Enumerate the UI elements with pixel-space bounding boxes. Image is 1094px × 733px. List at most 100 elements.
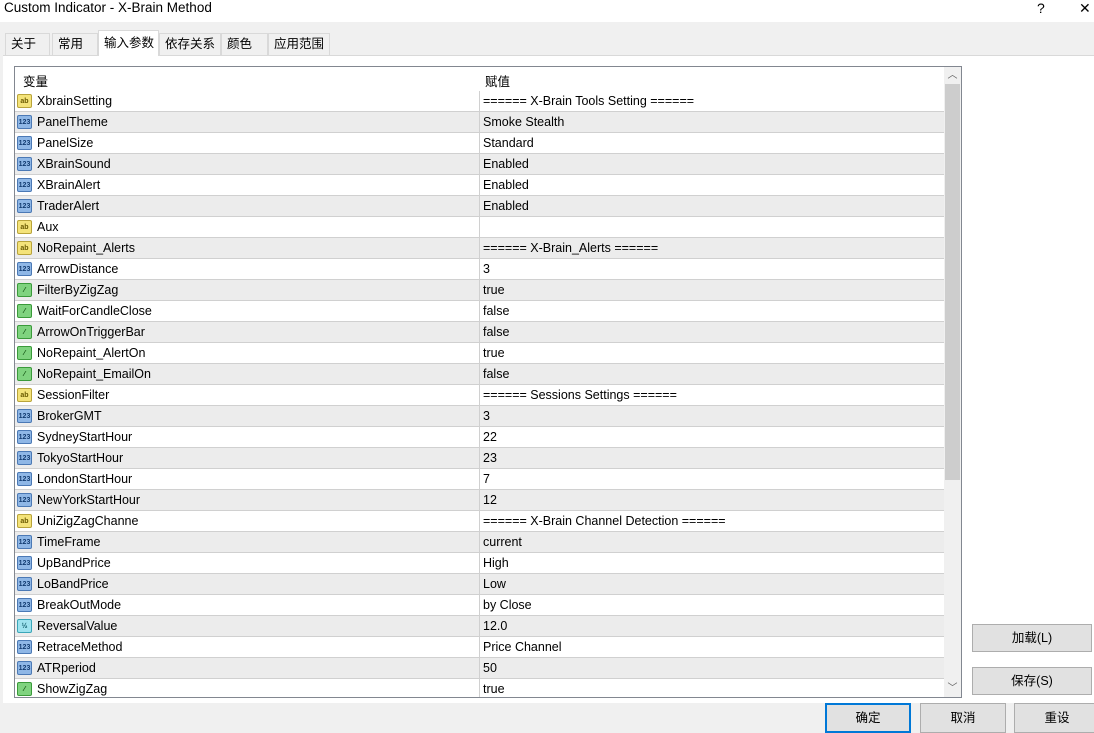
param-name: XbrainSetting <box>37 94 113 108</box>
param-value[interactable]: false <box>483 304 509 318</box>
table-row[interactable]: ⁄ NoRepaint_EmailOn false <box>15 364 944 385</box>
param-value[interactable]: current <box>483 535 522 549</box>
scroll-up-icon[interactable]: ︿ <box>944 67 961 84</box>
param-name: XBrainAlert <box>37 178 101 192</box>
table-row[interactable]: ⁄ NoRepaint_AlertOn true <box>15 343 944 364</box>
param-name: NoRepaint_EmailOn <box>37 367 151 381</box>
param-value[interactable]: 3 <box>483 409 490 423</box>
column-divider <box>479 553 480 573</box>
table-row[interactable]: 123 ATRperiod 50 <box>15 658 944 679</box>
table-row[interactable]: 123 XBrainSound Enabled <box>15 154 944 175</box>
table-row[interactable]: ⁄ WaitForCandleClose false <box>15 301 944 322</box>
table-row[interactable]: ⁄ ArrowOnTriggerBar false <box>15 322 944 343</box>
header-value[interactable]: 赋值 <box>485 71 510 90</box>
table-row[interactable]: 123 TraderAlert Enabled <box>15 196 944 217</box>
param-value[interactable]: 12.0 <box>483 619 507 633</box>
table-row[interactable]: ½ ReversalValue 12.0 <box>15 616 944 637</box>
load-button[interactable]: 加载(L) <box>972 624 1092 652</box>
param-value[interactable]: ====== X-Brain_Alerts ====== <box>483 241 658 255</box>
param-value[interactable]: ====== X-Brain Channel Detection ====== <box>483 514 726 528</box>
table-row[interactable]: 123 SydneyStartHour 22 <box>15 427 944 448</box>
table-row[interactable]: 123 RetraceMethod Price Channel <box>15 637 944 658</box>
param-value[interactable]: Enabled <box>483 178 529 192</box>
column-divider <box>479 154 480 174</box>
param-value[interactable]: true <box>483 283 505 297</box>
help-button[interactable]: ? <box>1037 0 1045 16</box>
param-value[interactable]: Smoke Stealth <box>483 115 564 129</box>
param-value[interactable]: High <box>483 556 509 570</box>
boolean-type-icon: ⁄ <box>17 367 32 381</box>
header-variable[interactable]: 变量 <box>23 71 48 90</box>
column-divider <box>479 112 480 132</box>
param-name: ArrowDistance <box>37 262 119 276</box>
param-value[interactable]: true <box>483 682 505 696</box>
param-value[interactable]: Standard <box>483 136 534 150</box>
param-name: BrokerGMT <box>37 409 102 423</box>
vertical-scrollbar[interactable]: ︿ ﹀ <box>944 67 961 697</box>
tab-scope[interactable]: 应用范围 <box>268 33 330 55</box>
param-value[interactable]: 12 <box>483 493 497 507</box>
table-row[interactable]: 123 BreakOutMode by Close <box>15 595 944 616</box>
tab-dependencies[interactable]: 依存关系 <box>159 33 221 55</box>
table-row[interactable]: ab SessionFilter ====== Sessions Setting… <box>15 385 944 406</box>
table-row[interactable]: ⁄ ShowZigZag true <box>15 679 944 697</box>
column-divider <box>479 490 480 510</box>
integer-type-icon: 123 <box>17 262 32 276</box>
param-value[interactable]: ====== Sessions Settings ====== <box>483 388 677 402</box>
table-row[interactable]: 123 PanelSize Standard <box>15 133 944 154</box>
param-name: ShowZigZag <box>37 682 108 696</box>
table-row[interactable]: 123 NewYorkStartHour 12 <box>15 490 944 511</box>
column-divider <box>479 217 480 237</box>
integer-type-icon: 123 <box>17 157 32 171</box>
integer-type-icon: 123 <box>17 577 32 591</box>
column-divider <box>479 301 480 321</box>
param-name: TimeFrame <box>37 535 101 549</box>
table-row[interactable]: 123 LondonStartHour 7 <box>15 469 944 490</box>
table-row[interactable]: ⁄ FilterByZigZag true <box>15 280 944 301</box>
save-button[interactable]: 保存(S) <box>972 667 1092 695</box>
param-name: LondonStartHour <box>37 472 133 486</box>
table-row[interactable]: ab UniZigZagChanne ====== X-Brain Channe… <box>15 511 944 532</box>
scrollbar-thumb[interactable] <box>945 84 960 480</box>
param-value[interactable]: by Close <box>483 598 532 612</box>
table-row[interactable]: ab Aux <box>15 217 944 238</box>
scroll-down-icon[interactable]: ﹀ <box>944 680 961 697</box>
tab-common[interactable]: 常用 <box>52 33 98 55</box>
param-value[interactable]: false <box>483 325 509 339</box>
table-row[interactable]: 123 TimeFrame current <box>15 532 944 553</box>
column-divider <box>479 175 480 195</box>
column-divider <box>479 469 480 489</box>
column-divider <box>479 259 480 279</box>
table-row[interactable]: ab NoRepaint_Alerts ====== X-Brain_Alert… <box>15 238 944 259</box>
close-button[interactable]: ✕ <box>1079 0 1091 16</box>
param-value[interactable]: Low <box>483 577 506 591</box>
table-row[interactable]: 123 LoBandPrice Low <box>15 574 944 595</box>
param-value[interactable]: 3 <box>483 262 490 276</box>
string-type-icon: ab <box>17 388 32 402</box>
table-row[interactable]: 123 XBrainAlert Enabled <box>15 175 944 196</box>
string-type-icon: ab <box>17 94 32 108</box>
table-row[interactable]: ab XbrainSetting ====== X-Brain Tools Se… <box>15 91 944 112</box>
table-row[interactable]: 123 ArrowDistance 3 <box>15 259 944 280</box>
table-row[interactable]: 123 PanelTheme Smoke Stealth <box>15 112 944 133</box>
param-value[interactable]: 7 <box>483 472 490 486</box>
table-row[interactable]: 123 BrokerGMT 3 <box>15 406 944 427</box>
param-name: NewYorkStartHour <box>37 493 141 507</box>
tab-colors[interactable]: 颜色 <box>221 33 268 55</box>
param-value[interactable]: Price Channel <box>483 640 562 654</box>
param-value[interactable]: false <box>483 367 509 381</box>
column-divider <box>479 343 480 363</box>
param-value[interactable]: ====== X-Brain Tools Setting ====== <box>483 94 694 108</box>
table-row[interactable]: 123 UpBandPrice High <box>15 553 944 574</box>
tab-inputs[interactable]: 输入参数 <box>98 30 159 56</box>
param-value[interactable]: 50 <box>483 661 497 675</box>
tab-about[interactable]: 关于 <box>5 33 50 55</box>
param-value[interactable]: true <box>483 346 505 360</box>
param-value[interactable]: Enabled <box>483 157 529 171</box>
param-name: UpBandPrice <box>37 556 111 570</box>
param-name: Aux <box>37 220 59 234</box>
param-value[interactable]: 23 <box>483 451 497 465</box>
table-row[interactable]: 123 TokyoStartHour 23 <box>15 448 944 469</box>
param-value[interactable]: 22 <box>483 430 497 444</box>
param-value[interactable]: Enabled <box>483 199 529 213</box>
